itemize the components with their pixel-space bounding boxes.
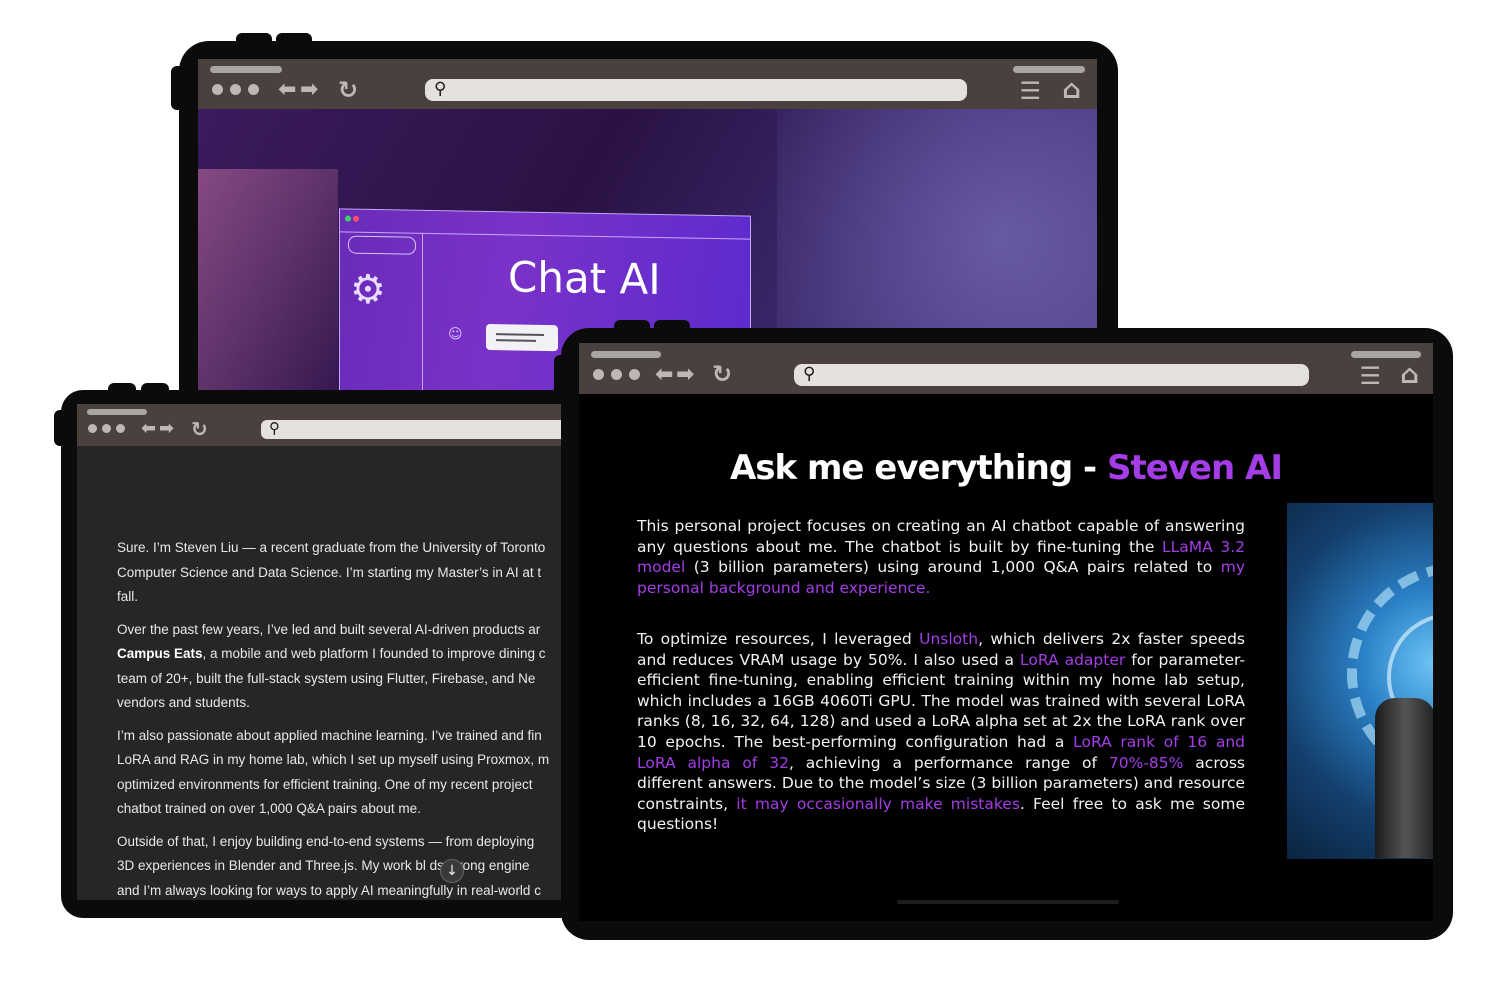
text-span: To optimize resources, I leveraged: [637, 630, 920, 648]
home-icon[interactable]: ⌂: [1400, 362, 1419, 388]
banner-search-field: [348, 235, 416, 255]
address-bar[interactable]: ⚲: [794, 364, 1309, 386]
search-icon: ⚲: [269, 419, 280, 437]
text-line: Computer Science and Data Science. I’m s…: [117, 564, 542, 580]
text-line: Over the past few years, I’ve led and bu…: [117, 621, 541, 637]
text-line: LoRA and RAG in my home lab, which I set…: [117, 752, 550, 767]
left-window-screen: ⬅ ➡ ↻ ⚲ Sure. I’m Steven Liu — a recent …: [77, 404, 577, 900]
page-title: Ask me everything - Steven AI: [579, 448, 1433, 488]
toolbar-line: [1351, 351, 1421, 358]
back-arrow-icon[interactable]: ⬅: [278, 79, 296, 101]
text-line: fall.: [117, 589, 139, 604]
title-accent: Steven AI: [1106, 448, 1283, 488]
reload-icon[interactable]: ↻: [712, 362, 732, 386]
text-line: chatbot trained on over 1,000 Q&A pairs …: [117, 801, 421, 816]
home-indicator: [897, 900, 1119, 904]
window-dots-icon: [212, 84, 259, 95]
text-line: Campus Eats, a mobile and web platform I…: [117, 646, 545, 661]
home-icon[interactable]: ⌂: [1062, 77, 1081, 103]
menu-icon[interactable]: ☰: [1359, 364, 1381, 388]
text-span: This personal project focuses on creatin…: [637, 517, 1245, 556]
address-bar[interactable]: ⚲: [425, 79, 967, 101]
reload-icon[interactable]: ↻: [191, 419, 208, 439]
ai-brain-icon: ⚙: [350, 266, 386, 314]
robot-hand-image: [1287, 503, 1433, 859]
window-dots-icon: [593, 369, 640, 380]
back-arrow-icon[interactable]: ⬅: [655, 364, 673, 386]
browser-toolbar: ⬅ ➡ ↻ ⚲: [77, 404, 577, 446]
text-span: , achieving a performance range of: [788, 753, 1109, 772]
link-unsloth[interactable]: Unsloth: [919, 630, 978, 648]
menu-icon[interactable]: ☰: [1019, 79, 1041, 103]
project-description-1: This personal project focuses on creatin…: [637, 516, 1245, 598]
text-line: Outside of that, I enjoy building end-to…: [117, 833, 535, 849]
toolbar-line: [210, 66, 282, 73]
paragraph-ml: I’m also passionate about applied machin…: [117, 724, 549, 822]
text-line: vendors and students.: [117, 695, 250, 710]
reload-icon[interactable]: ↻: [338, 78, 358, 102]
text-line: I’m also passionate about applied machin…: [117, 727, 542, 743]
toolbar-line: [87, 409, 147, 415]
text-line-rest: , a mobile and web platform I founded to…: [202, 646, 546, 661]
project-description-2: To optimize resources, I leveraged Unslo…: [637, 629, 1245, 835]
bubble-line: [496, 339, 536, 342]
front-window-screen: ⬅ ➡ ↻ ⚲ ☰ ⌂ Ask me everything - Steven A…: [579, 343, 1433, 921]
back-arrow-icon[interactable]: ⬅: [141, 420, 156, 438]
toolbar-line: [1013, 66, 1085, 73]
bold-project-name: Campus Eats: [117, 646, 203, 661]
text-line: and I’m always looking for ways to apply…: [117, 882, 541, 898]
chat-bubble: [486, 323, 558, 352]
robot-icon: ☺: [448, 326, 463, 343]
toolbar-line: [591, 351, 661, 358]
dot-green: [345, 215, 351, 222]
text-span: (3 billion parameters) using around 1,00…: [685, 558, 1221, 577]
paragraph-projects: Over the past few years, I’ve led and bu…: [117, 618, 549, 716]
dot-red: [353, 215, 359, 222]
paragraph-intro: Sure. I’m Steven Liu — a recent graduate…: [117, 536, 549, 610]
browser-toolbar: ⬅ ➡ ↻ ⚲ ☰ ⌂: [579, 343, 1433, 394]
robot-hand: [1375, 698, 1433, 858]
text-line: Sure. I’m Steven Liu — a recent graduate…: [117, 540, 546, 555]
forward-arrow-icon[interactable]: ➡: [300, 79, 318, 101]
search-icon: ⚲: [434, 79, 447, 99]
link-performance-range[interactable]: 70%-85%: [1109, 754, 1184, 772]
link-may-make-mistakes[interactable]: it may occasionally make mistakes: [736, 795, 1020, 813]
paragraph-outside: Outside of that, I enjoy building end-to…: [117, 830, 549, 901]
text-line: 3D experiences in Blender and Three.js. …: [117, 858, 530, 873]
window-dots-icon: [88, 424, 125, 433]
bubble-line: [496, 333, 544, 336]
search-icon: ⚲: [803, 364, 816, 384]
text-line: team of 20+, built the full-stack system…: [117, 670, 536, 686]
text-line: optimized environments for efficient tra…: [117, 776, 533, 792]
forward-arrow-icon[interactable]: ➡: [676, 364, 694, 386]
title-plain: Ask me everything -: [729, 448, 1107, 488]
address-bar[interactable]: ⚲: [261, 420, 577, 439]
browser-toolbar: ⬅ ➡ ↻ ⚲ ☰ ⌂: [198, 59, 1097, 109]
forward-arrow-icon[interactable]: ➡: [159, 420, 174, 438]
link-lora-adapter[interactable]: LoRA adapter: [1020, 651, 1125, 669]
arrow-down-icon[interactable]: ↓: [440, 859, 464, 883]
chat-response-article: Sure. I’m Steven Liu — a recent graduate…: [117, 536, 549, 900]
chat-ai-title: Chat AI: [508, 252, 661, 305]
banner-titlebar: [340, 209, 750, 240]
